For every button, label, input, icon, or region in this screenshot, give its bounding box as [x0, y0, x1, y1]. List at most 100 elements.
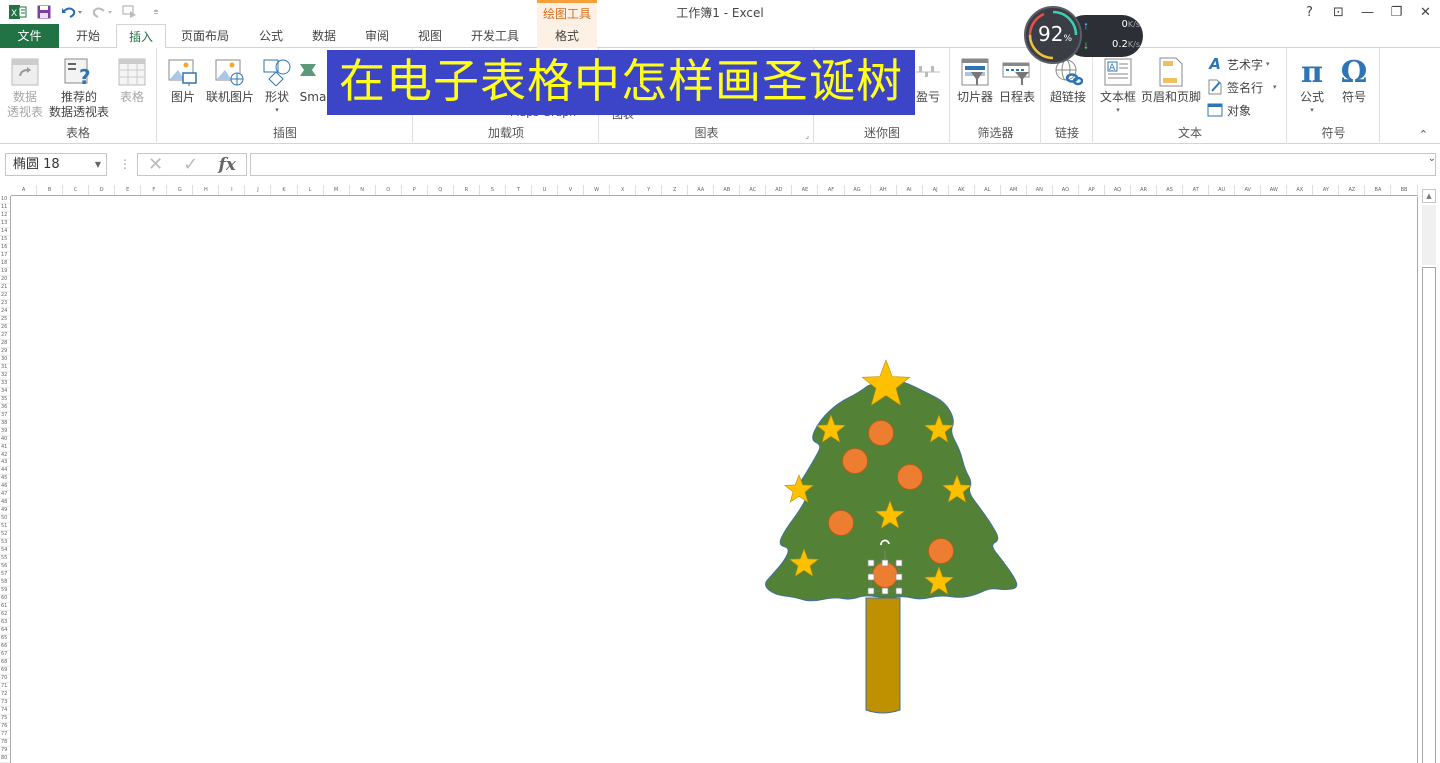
row-header[interactable]: 62	[0, 611, 10, 620]
row-header[interactable]: 31	[0, 364, 10, 372]
row-header[interactable]: 75	[0, 715, 10, 723]
tab-view[interactable]: 视图	[405, 24, 455, 48]
row-header[interactable]: 18	[0, 260, 10, 268]
expand-formula-bar-icon[interactable]: ⌄	[1428, 153, 1436, 164]
resize-handle[interactable]	[895, 587, 903, 595]
column-header[interactable]: AK	[949, 185, 975, 195]
row-header[interactable]: 65	[0, 635, 10, 644]
column-header[interactable]: T	[506, 185, 532, 195]
row-header[interactable]: 78	[0, 739, 10, 747]
row-header[interactable]: 50	[0, 515, 10, 524]
column-header[interactable]: AG	[845, 185, 871, 195]
row-header[interactable]: 53	[0, 539, 10, 548]
network-monitor-widget[interactable]: 92% 🠕 0K/s 🠗 0.2K/s	[1024, 6, 1144, 64]
row-header[interactable]: 27	[0, 332, 10, 340]
row-header[interactable]: 20	[0, 276, 10, 284]
column-header[interactable]: C	[63, 185, 90, 195]
row-header[interactable]: 43	[0, 459, 10, 468]
row-header[interactable]: 55	[0, 555, 10, 564]
column-header[interactable]: Z	[662, 185, 689, 195]
column-header[interactable]: AW	[1261, 185, 1288, 195]
scrollbar-thumb[interactable]	[1422, 267, 1436, 763]
row-header[interactable]: 22	[0, 292, 10, 300]
column-header[interactable]: P	[402, 185, 428, 195]
column-header[interactable]: A	[11, 185, 38, 195]
column-header[interactable]: S	[480, 185, 506, 195]
resize-handle[interactable]	[895, 573, 903, 581]
formula-bar-resize-handle[interactable]: ⋮	[119, 157, 131, 171]
ornament-ball[interactable]	[928, 538, 954, 564]
row-header[interactable]: 40	[0, 436, 10, 444]
shapes-button[interactable]: 形状 ▾	[260, 56, 294, 115]
column-header[interactable]: G	[167, 185, 194, 195]
equation-button[interactable]: π 公式 ▾	[1294, 56, 1330, 115]
row-header[interactable]: 63	[0, 619, 10, 628]
column-header[interactable]: AC	[740, 185, 767, 195]
row-header[interactable]: 28	[0, 340, 10, 348]
row-header[interactable]: 25	[0, 316, 10, 324]
column-header[interactable]: E	[115, 185, 142, 195]
tab-file[interactable]: 文件	[0, 24, 59, 48]
column-header[interactable]: AD	[766, 185, 793, 195]
row-header[interactable]: 59	[0, 587, 10, 596]
pictures-button[interactable]: 图片	[166, 56, 200, 105]
row-header[interactable]: 11	[0, 204, 10, 212]
tab-insert[interactable]: 插入	[116, 24, 166, 49]
column-header[interactable]: O	[376, 185, 402, 195]
resize-handle[interactable]	[881, 559, 889, 567]
header-footer-button[interactable]: 页眉和页脚	[1140, 56, 1202, 105]
column-header[interactable]: AB	[714, 185, 741, 195]
column-header[interactable]: V	[558, 185, 585, 195]
tab-page-layout[interactable]: 页面布局	[172, 24, 238, 48]
online-pictures-button[interactable]: 联机图片	[204, 56, 256, 105]
row-header[interactable]: 36	[0, 404, 10, 412]
ornament-ball[interactable]	[868, 420, 894, 446]
row-header[interactable]: 13	[0, 220, 10, 228]
column-header[interactable]: AN	[1027, 185, 1053, 195]
column-header[interactable]: Q	[428, 185, 454, 195]
column-header[interactable]: BA	[1365, 185, 1392, 195]
restore-icon[interactable]: ❐	[1382, 0, 1411, 24]
row-header[interactable]: 37	[0, 412, 10, 420]
column-header[interactable]: AE	[792, 185, 819, 195]
collapse-ribbon-icon[interactable]: ⌃	[1419, 128, 1428, 141]
row-header[interactable]: 68	[0, 659, 10, 668]
row-header[interactable]: 21	[0, 284, 10, 292]
symbol-button[interactable]: Ω 符号	[1336, 56, 1372, 105]
row-header[interactable]: 15	[0, 236, 10, 244]
column-header[interactable]: R	[454, 185, 480, 195]
column-header[interactable]: AP	[1079, 185, 1105, 195]
column-header[interactable]: U	[532, 185, 558, 195]
row-header[interactable]: 71	[0, 683, 10, 692]
row-header[interactable]: 42	[0, 452, 10, 460]
resize-handle[interactable]	[867, 573, 875, 581]
row-header[interactable]: 72	[0, 691, 10, 700]
column-header[interactable]: L	[298, 185, 324, 195]
column-header[interactable]: AU	[1209, 185, 1236, 195]
column-header[interactable]: I	[219, 185, 246, 195]
tab-format[interactable]: 格式	[537, 24, 597, 48]
row-header[interactable]: 39	[0, 428, 10, 436]
row-header[interactable]: 26	[0, 324, 10, 332]
object-button[interactable]: 对象	[1206, 100, 1251, 120]
row-header[interactable]: 46	[0, 483, 10, 492]
row-header[interactable]: 14	[0, 228, 10, 236]
help-icon[interactable]: ?	[1295, 0, 1324, 24]
column-header[interactable]: AA	[688, 185, 715, 195]
tab-home[interactable]: 开始	[63, 24, 113, 48]
column-header[interactable]: N	[350, 185, 376, 195]
row-header[interactable]: 61	[0, 603, 10, 612]
row-header[interactable]: 51	[0, 523, 10, 532]
column-header[interactable]: AI	[897, 185, 923, 195]
win-loss-button[interactable]: 盈亏	[913, 56, 943, 105]
column-header[interactable]: AT	[1183, 185, 1210, 195]
column-header[interactable]: J	[245, 185, 272, 195]
row-header[interactable]: 58	[0, 579, 10, 588]
column-header[interactable]: AV	[1235, 185, 1262, 195]
column-header[interactable]: AM	[1001, 185, 1027, 195]
column-header[interactable]: B	[37, 185, 64, 195]
scroll-up-arrow-icon[interactable]: ▲	[1422, 189, 1436, 203]
recommended-pivot-button[interactable]: ? 推荐的 数据透视表	[47, 56, 111, 120]
column-header[interactable]: W	[584, 185, 611, 195]
column-header[interactable]: AR	[1131, 185, 1158, 195]
